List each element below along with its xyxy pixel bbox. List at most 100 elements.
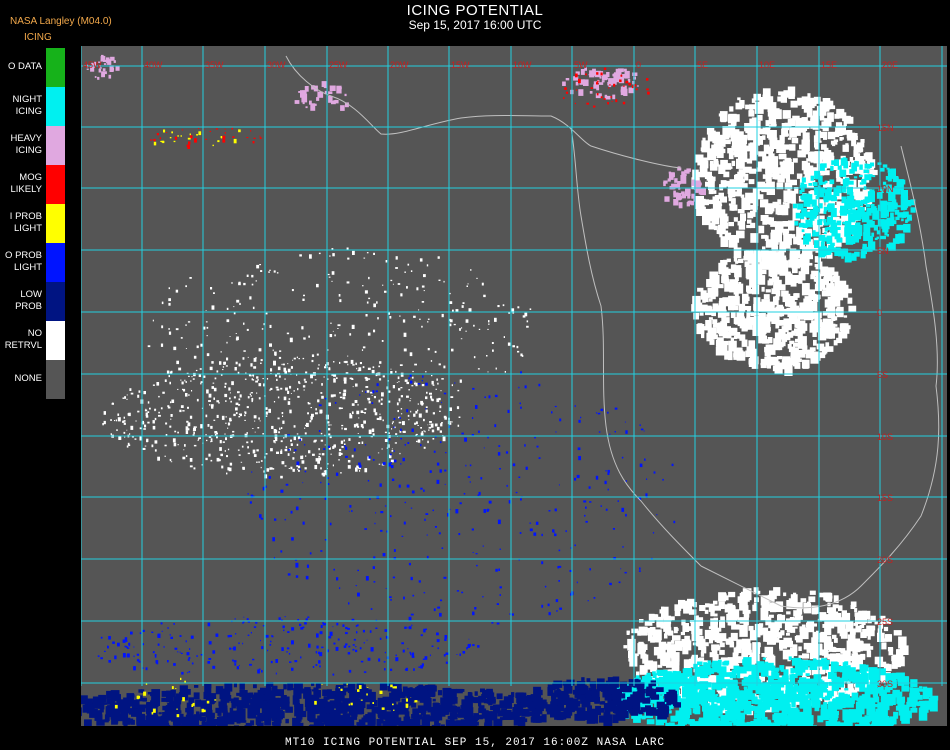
map-pixel [863, 169, 870, 174]
map-pixel [265, 415, 268, 417]
map-pixel [182, 456, 186, 460]
map-pixel [497, 710, 503, 717]
page-subtitle: Sep 15, 2017 16:00 UTC [408, 18, 542, 32]
map-pixel [845, 255, 852, 263]
map-pixel [880, 208, 887, 219]
map-pixel [436, 426, 440, 431]
map-pixel [783, 144, 790, 150]
map-pixel [177, 388, 179, 390]
map-pixel [650, 614, 659, 621]
map-pixel [399, 401, 401, 403]
map-pixel [429, 421, 432, 423]
map-pixel [258, 461, 260, 463]
map-pixel [846, 199, 853, 210]
map-pixel [321, 395, 324, 399]
map-pixel [400, 395, 403, 398]
map-pixel [748, 625, 754, 631]
map-pixel [368, 297, 371, 300]
map-pixel [822, 329, 828, 338]
map-pixel [586, 711, 595, 724]
map-pixel [754, 597, 759, 603]
map-pixel [787, 190, 796, 204]
map-pixel [126, 445, 129, 448]
map-pixel [371, 428, 375, 433]
map-pixel [164, 455, 166, 457]
map-pixel [187, 422, 191, 427]
map-pixel [840, 666, 847, 673]
map-pixel [411, 702, 417, 708]
map-pixel [792, 645, 797, 649]
map-pixel [868, 235, 873, 242]
map-pixel [723, 673, 727, 677]
map-pixel [801, 283, 810, 296]
map-pixel [197, 439, 199, 441]
map-pixel [214, 377, 217, 380]
map-pixel [786, 611, 791, 615]
map-pixel [820, 241, 825, 247]
map-pixel [603, 714, 613, 726]
map-pixel [733, 217, 738, 222]
map-pixel [440, 709, 449, 715]
map-pixel [776, 361, 780, 367]
map-pixel [909, 687, 914, 690]
map-pixel [840, 158, 848, 166]
map-pixel [118, 436, 122, 440]
map-pixel [260, 460, 263, 462]
map-pixel [682, 716, 689, 724]
map-pixel [423, 430, 425, 432]
map-pixel [869, 646, 874, 650]
map-pixel [468, 692, 472, 697]
map-pixel [252, 306, 255, 310]
map-pixel [279, 427, 281, 430]
map-pixel [721, 340, 729, 346]
map-pixel [914, 692, 921, 699]
map-pixel [782, 340, 786, 347]
map-pixel [233, 306, 235, 308]
map-pixel [763, 294, 770, 300]
map-pixel [801, 359, 810, 369]
map-pixel [103, 411, 106, 415]
legend-label: O DATA [8, 61, 42, 72]
map-pixel [208, 400, 211, 402]
map-pixel [584, 699, 591, 707]
map-pixel [311, 359, 314, 363]
map-pixel [807, 122, 814, 128]
map-pixel [355, 423, 359, 427]
map-pixel [719, 593, 727, 600]
map-pixel [790, 126, 797, 136]
map-pixel [595, 695, 599, 699]
map-pixel [205, 434, 207, 436]
map-pixel [687, 598, 695, 607]
map-pixel [656, 701, 665, 708]
map-pixel [332, 446, 335, 449]
map-pixel [623, 645, 628, 649]
map-pixel [270, 448, 273, 452]
map-pixel [744, 318, 753, 330]
map-pixel [644, 674, 649, 681]
map-pixel [712, 319, 718, 325]
map-pixel [739, 624, 748, 637]
map-pixel [805, 673, 810, 676]
map-pixel [355, 467, 358, 472]
map-pixel [674, 640, 683, 651]
map-pixel [752, 642, 761, 655]
map-pixel [745, 192, 755, 200]
map-pixel [724, 660, 730, 665]
map-pixel [352, 386, 354, 388]
map-pixel [668, 694, 678, 703]
map-pixel [314, 465, 318, 470]
map-pixel [880, 699, 890, 711]
map-pixel [213, 419, 216, 421]
map-pixel [162, 705, 168, 711]
map-pixel [418, 684, 423, 690]
map-pixel [805, 135, 810, 142]
map-pixel [151, 444, 154, 448]
map-pixel [843, 315, 848, 318]
map-pixel [388, 432, 390, 435]
map-pixel [467, 696, 474, 703]
map-pixel [193, 372, 196, 377]
map-pixel [860, 139, 865, 143]
map-pixel [145, 408, 147, 410]
map-pixel [292, 468, 295, 472]
map-pixel [846, 620, 854, 632]
